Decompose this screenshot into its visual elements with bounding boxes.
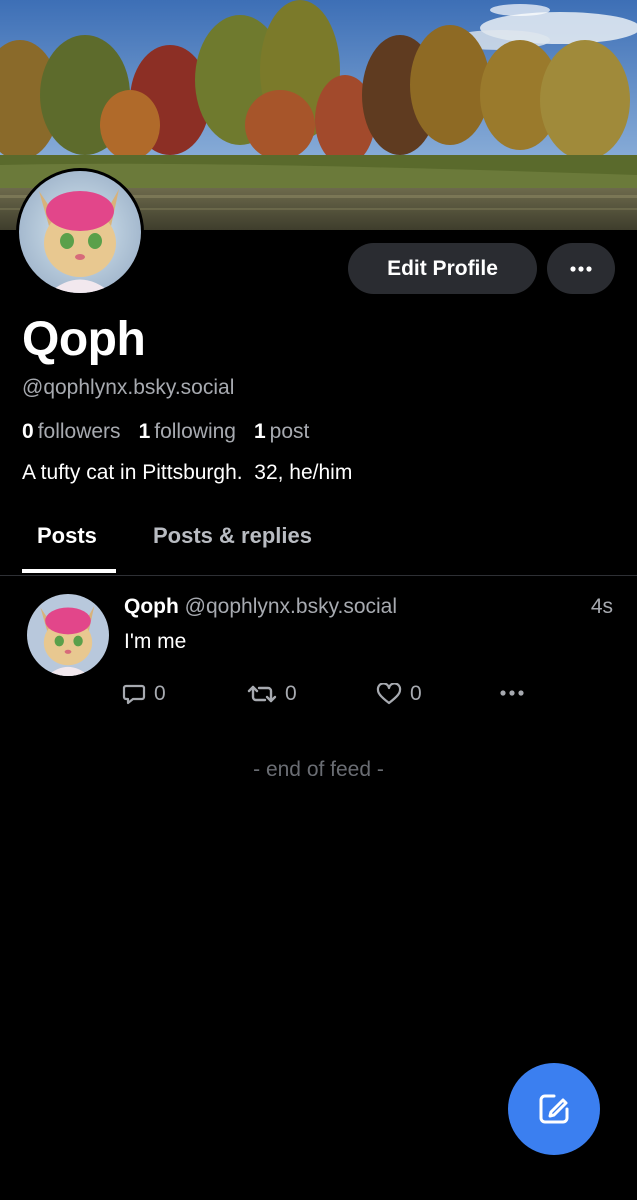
like-count: 0 — [410, 682, 422, 705]
reply-button[interactable]: 0 — [122, 682, 166, 706]
profile-stats: 0 followers 1 following 1 post — [22, 420, 327, 444]
edit-profile-button[interactable]: Edit Profile — [348, 243, 537, 294]
compose-post-button[interactable] — [508, 1063, 600, 1155]
followers-label: followers — [37, 420, 121, 443]
active-tab-indicator — [22, 569, 116, 573]
post-author-name[interactable]: Qoph — [124, 595, 179, 618]
tab-posts[interactable]: Posts — [37, 523, 97, 549]
post-timestamp: 4s — [590, 595, 613, 618]
posts-label: post — [269, 420, 310, 443]
post-header: Qoph @qophlynx.bsky.social — [124, 595, 397, 619]
posts-stat: 1 post — [254, 420, 309, 444]
ellipsis-icon — [500, 690, 524, 696]
tab-posts-and-replies[interactable]: Posts & replies — [153, 523, 312, 549]
ellipsis-icon — [570, 265, 592, 272]
followers-stat[interactable]: 0 followers — [22, 420, 121, 444]
post-more-button[interactable] — [500, 690, 524, 696]
repost-icon — [247, 685, 277, 703]
following-stat[interactable]: 1 following — [139, 420, 236, 444]
post-author-handle[interactable]: @qophlynx.bsky.social — [185, 595, 397, 618]
avatar-image — [19, 171, 141, 293]
profile-display-name: Qoph — [22, 313, 146, 366]
profile-avatar[interactable] — [16, 168, 144, 296]
post-text: I'm me — [124, 630, 187, 653]
like-button[interactable]: 0 — [376, 682, 422, 706]
reply-count: 0 — [154, 682, 166, 705]
compose-icon — [539, 1094, 569, 1124]
feed-post[interactable]: Qoph @qophlynx.bsky.social 4s I'm me 0 0… — [0, 576, 637, 726]
profile-more-button[interactable] — [547, 243, 615, 294]
profile-bio: A tufty cat in Pittsburgh. 32, he/him — [22, 461, 353, 484]
end-of-feed-label: - end of feed - — [253, 758, 384, 781]
posts-count: 1 — [253, 420, 266, 443]
avatar-image — [27, 594, 109, 676]
post-author-avatar[interactable] — [27, 594, 109, 676]
repost-count: 0 — [285, 682, 297, 705]
heart-icon — [376, 683, 402, 705]
repost-button[interactable]: 0 — [247, 682, 297, 706]
profile-tabs: Posts Posts & replies — [0, 515, 637, 576]
comment-icon — [122, 684, 146, 705]
following-label: following — [154, 420, 236, 443]
following-count: 1 — [138, 420, 151, 443]
profile-handle: @qophlynx.bsky.social — [22, 376, 235, 399]
followers-count: 0 — [22, 420, 34, 443]
